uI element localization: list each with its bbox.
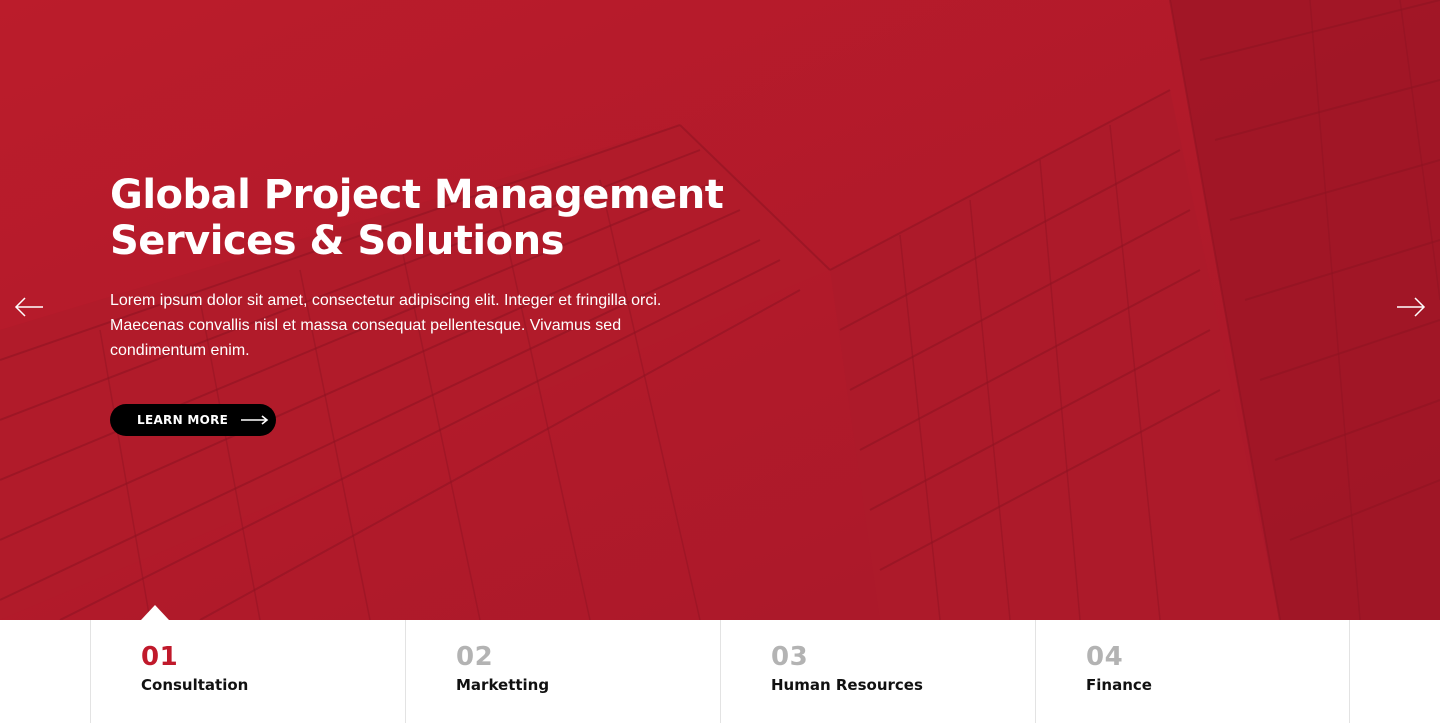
tab-consultation[interactable]: 01 Consultation (90, 620, 405, 723)
tab-label: Human Resources (771, 676, 923, 694)
learn-more-button[interactable]: LEARN MORE (110, 404, 276, 436)
tab-number: 04 (1086, 642, 1124, 672)
hero-title: Global Project Management Services & Sol… (110, 172, 730, 264)
tab-number: 02 (456, 642, 494, 672)
long-arrow-right-icon (241, 415, 269, 425)
active-tab-pointer (141, 605, 169, 620)
tab-human-resources[interactable]: 03 Human Resources (720, 620, 1035, 723)
tab-finance[interactable]: 04 Finance (1035, 620, 1350, 723)
tab-label: Finance (1086, 676, 1152, 694)
slider-prev-button[interactable] (14, 295, 44, 319)
tab-number: 01 (141, 642, 179, 672)
tab-marketting[interactable]: 02 Marketting (405, 620, 720, 723)
hero-slider: Global Project Management Services & Sol… (0, 0, 1440, 620)
learn-more-label: LEARN MORE (137, 413, 229, 427)
hero-title-line-1: Global Project Management (110, 172, 724, 218)
arrow-left-icon (14, 297, 43, 317)
arrow-right-icon (1397, 297, 1426, 317)
tab-label: Consultation (141, 676, 249, 694)
tab-number: 03 (771, 642, 809, 672)
hero-content: Global Project Management Services & Sol… (110, 172, 730, 436)
hero-description: Lorem ipsum dolor sit amet, consectetur … (110, 292, 662, 359)
hero-title-line-2: Services & Solutions (110, 218, 564, 264)
service-tabs: 01 Consultation 02 Marketting 03 Human R… (90, 620, 1350, 723)
slider-next-button[interactable] (1396, 295, 1426, 319)
tab-label: Marketting (456, 676, 550, 694)
